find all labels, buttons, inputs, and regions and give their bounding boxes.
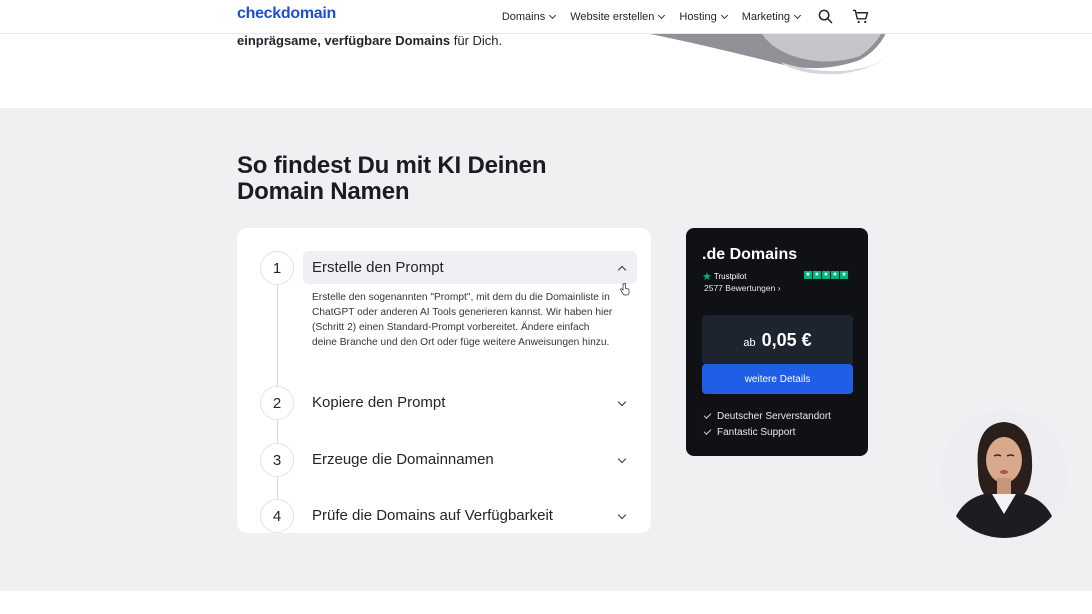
chevron-down-icon [720,11,728,19]
price-box: ab 0,05 € [702,315,853,365]
checkdomain-logo[interactable]: checkdomain [237,5,336,23]
video-avatar[interactable] [940,410,1068,538]
step-number-4[interactable]: 4 [260,499,294,533]
chevron-up-icon [617,265,627,275]
trustpilot-rating-stars: ★ ★ ★ ★ ★ [804,271,848,279]
hero-tagline: einprägsame, verfügbare Domains für Dich… [237,33,503,48]
check-icon [703,427,712,435]
step-header-3[interactable]: Erzeuge die Domainnamen [303,443,637,476]
chevron-down-icon [658,11,666,19]
chevron-down-icon [793,11,802,19]
section-headline: So findest Du mit KI Deinen Domain Namen [237,152,547,205]
star-icon: ★ [804,271,812,279]
nav-marketing[interactable]: Marketing [742,11,802,23]
step-number-3[interactable]: 3 [260,443,294,477]
next-section [0,591,1092,614]
star-icon: ★ [831,271,839,279]
search-icon[interactable] [815,7,835,27]
step-title: Prüfe die Domains auf Verfügbarkeit [312,507,553,524]
step-body-1: Erstelle den sogenannten "Prompt", mit d… [312,292,613,348]
price-value: 0,05 € [761,329,812,350]
step-header-4[interactable]: Prüfe die Domains auf Verfügbarkeit [303,499,637,532]
step-header-1[interactable]: Erstelle den Prompt [303,251,637,284]
star-icon: ★ [822,271,830,279]
step-header-2[interactable]: Kopiere den Prompt [303,386,637,419]
step-title: Erzeuge die Domainnamen [312,451,494,468]
step-connector [277,420,278,444]
star-icon: ★ [813,271,821,279]
star-icon: ★ [840,271,848,279]
check-icon [703,411,712,419]
price-prefix: ab [743,337,756,349]
step-connector [277,284,278,388]
reviews-link[interactable]: 2577 Bewertungen › [704,283,781,293]
feature-item: Fantastic Support [703,427,795,438]
site-header: checkdomain Domains Website erstellen Ho… [0,0,1092,34]
step-title: Kopiere den Prompt [312,394,446,411]
nav-hosting[interactable]: Hosting [679,11,728,23]
chevron-down-icon [617,454,627,464]
trustpilot-star-icon: ★ [702,270,712,283]
feature-item: Deutscher Serverstandort [703,411,831,422]
chevron-down-icon [617,510,627,520]
trustpilot-label: Trustpilot [713,271,747,281]
cart-icon[interactable] [850,7,870,27]
nav-domains[interactable]: Domains [502,11,557,23]
steps-accordion: 1 Erstelle den Prompt Erstelle den sogen… [237,228,651,533]
trustpilot-badge[interactable]: ★ Trustpilot ★ ★ ★ ★ ★ [702,270,852,283]
de-domains-card: .de Domains ★ Trustpilot ★ ★ ★ ★ ★ 2577 Bewe… [686,228,868,456]
step-number-2[interactable]: 2 [260,386,294,420]
details-button[interactable]: weitere Details [702,364,853,394]
chevron-down-icon [549,11,557,19]
card-title: .de Domains [702,246,798,263]
step-title: Erstelle den Prompt [312,259,444,276]
nav-website-erstellen[interactable]: Website erstellen [570,11,666,23]
main-nav: Domains Website erstellen Hosting Market… [502,0,870,33]
step-connector [277,477,278,501]
step-number-1[interactable]: 1 [260,251,294,285]
hand-cursor-icon [620,283,630,296]
chevron-down-icon [617,397,627,407]
